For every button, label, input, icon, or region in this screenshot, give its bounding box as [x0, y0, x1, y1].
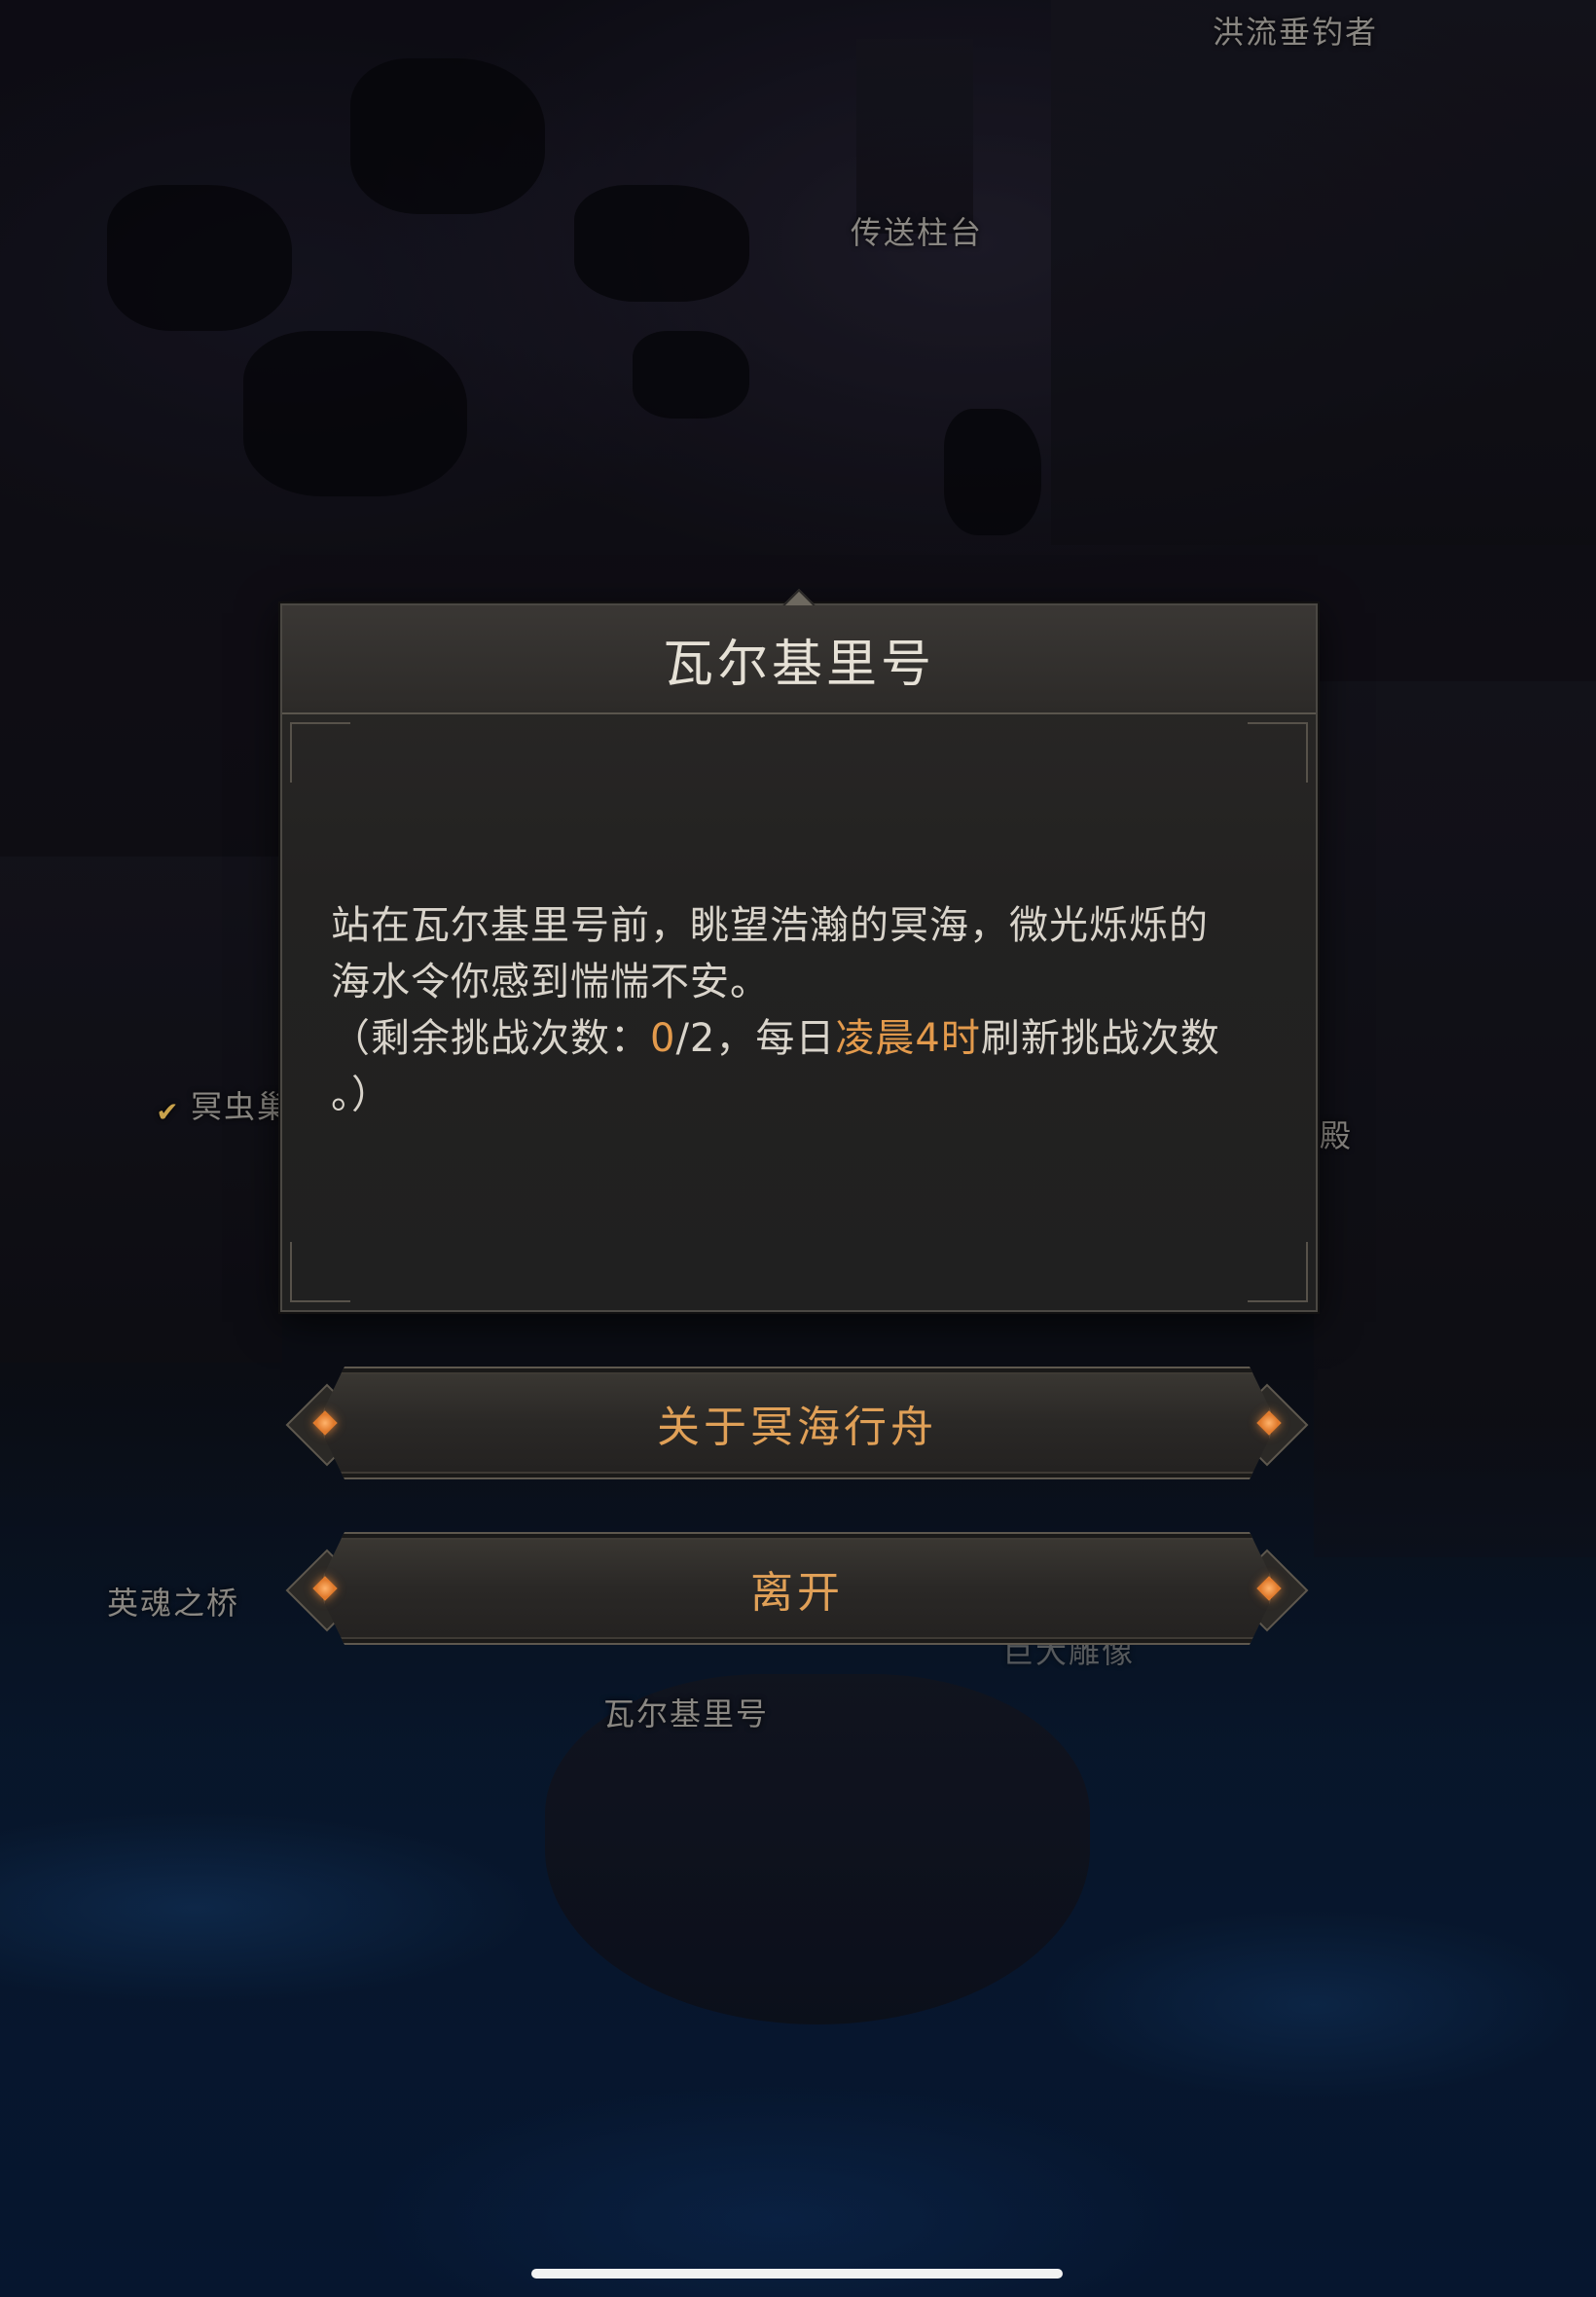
refresh-time: 凌晨4时	[835, 1016, 981, 1061]
corner-ornament	[1248, 1242, 1308, 1302]
home-indicator[interactable]	[531, 2269, 1063, 2279]
corner-ornament	[290, 722, 350, 783]
map-label-ship[interactable]: 瓦尔基里号	[603, 1690, 769, 1734]
challenge-count-line: （剩余挑战次数：0/2，每日凌晨4时刷新挑战次数	[331, 1010, 1275, 1067]
map-label-teleport[interactable]: 传送柱台	[851, 208, 983, 253]
dialog-title: 瓦尔基里号	[662, 635, 935, 694]
checkmark-icon: ✔	[156, 1096, 181, 1128]
description-line: 海水令你感到惴惴不安。	[331, 960, 770, 1004]
button-label: 离开	[750, 1568, 844, 1618]
about-sea-voyage-button[interactable]: 关于冥海行舟	[285, 1367, 1309, 1479]
dialog-header: 瓦尔基里号	[282, 605, 1316, 714]
leave-button[interactable]: 离开	[285, 1532, 1309, 1645]
map-label-angler[interactable]: 洪流垂钓者	[1213, 8, 1378, 53]
corner-ornament	[290, 1242, 350, 1302]
map-label-worm-nest[interactable]: ✔ 冥虫巢	[154, 1082, 290, 1127]
challenge-count-mid: /2，每日	[675, 1016, 836, 1061]
event-dialog: 瓦尔基里号 站在瓦尔基里号前，眺望浩瀚的冥海，微光烁烁的 海水令你感到惴惴不安。…	[280, 589, 1318, 1312]
map-label-hall[interactable]: 殿	[1320, 1112, 1353, 1156]
challenge-count-prefix: （剩余挑战次数：	[331, 1016, 650, 1061]
dialog-description: 站在瓦尔基里号前，眺望浩瀚的冥海，微光烁烁的 海水令你感到惴惴不安。 （剩余挑战…	[331, 897, 1275, 1123]
map-label-text: 冥虫巢	[191, 1088, 291, 1125]
button-label: 关于冥海行舟	[657, 1403, 937, 1452]
map-label-hero-bridge[interactable]: 英魂之桥	[107, 1579, 239, 1623]
corner-ornament	[1248, 722, 1308, 783]
description-line: 站在瓦尔基里号前，眺望浩瀚的冥海，微光烁烁的	[331, 903, 1209, 948]
challenge-count-suffix: 刷新挑战次数	[980, 1016, 1220, 1061]
remaining-count: 0	[650, 1016, 676, 1061]
description-line: 。）	[331, 1073, 391, 1117]
game-scene: 洪流垂钓者 传送柱台 ✔ 冥虫巢 殿 英魂之桥 巨大雕像 瓦尔基里号 瓦尔基里号 …	[0, 0, 1596, 2297]
